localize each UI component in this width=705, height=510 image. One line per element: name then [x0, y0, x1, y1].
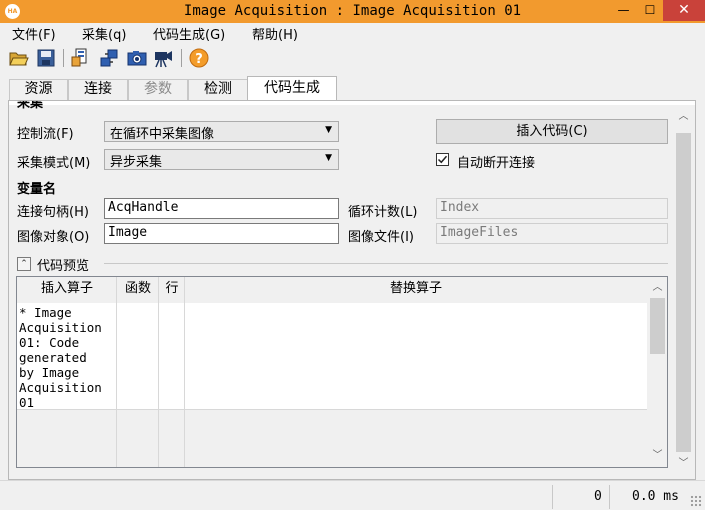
- acquisition-section-title: 采集: [17, 101, 44, 111]
- auto-disconnect-label: 自动断开连接: [457, 156, 536, 171]
- image-object-label: 图像对象(O): [17, 230, 90, 245]
- loop-counter-label: 循环计数(L): [348, 205, 418, 220]
- image-files-label: 图像文件(I): [348, 230, 414, 245]
- title-bar: HA Image Acquisition : Image Acquisition…: [0, 0, 705, 23]
- device-properties-icon[interactable]: [70, 48, 90, 68]
- toolbar-separator: [63, 49, 64, 67]
- scroll-down-icon[interactable]: ﹀: [649, 447, 666, 464]
- status-time: 0.0 ms: [632, 489, 679, 504]
- acquisition-mode-value: 异步采集: [110, 155, 163, 170]
- column-function: [117, 277, 159, 467]
- tab-strip: 资源 连接 参数 检测 代码生成: [0, 76, 705, 100]
- column-replace: [185, 277, 647, 467]
- maximize-button[interactable]: ☐: [637, 0, 663, 21]
- dropdown-arrow-icon: ▼: [325, 153, 332, 163]
- scroll-up-icon[interactable]: ︿: [649, 279, 666, 296]
- handle-label: 连接句柄(H): [17, 205, 89, 220]
- checkmark-icon: [437, 155, 448, 164]
- status-count: 0: [594, 489, 602, 504]
- collapse-chevron-icon[interactable]: ⌃: [17, 257, 31, 271]
- dropdown-arrow-icon: ▼: [325, 125, 332, 135]
- cell-insert: * Image Acquisition 01: Code generated b…: [19, 305, 102, 410]
- variables-section-title: 变量名: [17, 182, 57, 197]
- status-divider: [552, 485, 553, 509]
- close-button[interactable]: ✕: [663, 0, 705, 21]
- tab-connection[interactable]: 连接: [68, 79, 128, 100]
- scroll-down-icon[interactable]: ﹀: [675, 455, 692, 472]
- scroll-up-icon[interactable]: ︿: [675, 108, 692, 125]
- open-folder-icon[interactable]: [9, 48, 29, 68]
- handle-field[interactable]: AcqHandle: [104, 198, 339, 219]
- acquisition-mode-label: 采集模式(M): [17, 156, 91, 171]
- column-header-function[interactable]: 函数: [117, 277, 159, 303]
- scroll-thumb[interactable]: [676, 133, 691, 452]
- auto-disconnect-checkbox[interactable]: [436, 153, 449, 166]
- menu-help[interactable]: 帮助(H): [252, 24, 298, 43]
- scroll-thumb[interactable]: [650, 298, 665, 354]
- column-header-replace[interactable]: 替换算子: [185, 277, 647, 303]
- resize-grip-icon[interactable]: [690, 495, 702, 507]
- control-flow-value: 在循环中采集图像: [110, 127, 215, 142]
- minimize-button[interactable]: —: [610, 0, 637, 21]
- panel-scrollbar[interactable]: ︿ ﹀: [675, 105, 692, 476]
- column-header-line[interactable]: 行: [159, 277, 185, 303]
- code-preview-title: 代码预览: [37, 259, 90, 274]
- column-line: [159, 277, 185, 467]
- code-preview-table: 插入算子 函数 行 替换算子 * Image Acquisition 01: C…: [16, 276, 668, 468]
- toolbar-separator: [181, 49, 182, 67]
- menu-acquire[interactable]: 采集(q): [82, 24, 126, 43]
- status-bar: 0 0.0 ms: [0, 480, 705, 510]
- help-icon[interactable]: ?: [189, 48, 209, 68]
- image-object-field[interactable]: Image: [104, 223, 339, 244]
- tab-detect[interactable]: 检测: [188, 79, 248, 100]
- toolbar: ?: [0, 44, 705, 72]
- preview-divider: [104, 263, 668, 264]
- tab-parameters: 参数: [128, 79, 188, 100]
- menu-bar: 文件(F) 采集(q) 代码生成(G) 帮助(H): [0, 23, 705, 43]
- control-flow-label: 控制流(F): [17, 127, 74, 142]
- window-title: Image Acquisition : Image Acquisition 01: [183, 3, 522, 19]
- snap-camera-icon[interactable]: [127, 48, 147, 68]
- preview-scrollbar[interactable]: ︿ ﹀: [649, 277, 666, 467]
- tab-code-generation[interactable]: 代码生成: [247, 76, 337, 100]
- insert-code-button[interactable]: 插入代码(C): [436, 119, 668, 144]
- save-disk-icon[interactable]: [36, 48, 56, 68]
- live-camera-icon[interactable]: [154, 48, 174, 68]
- loop-counter-field: Index: [436, 198, 668, 219]
- column-header-insert[interactable]: 插入算子: [17, 277, 117, 303]
- panel-top-strip: [9, 101, 695, 105]
- connect-device-icon[interactable]: [99, 48, 119, 68]
- svg-text:?: ?: [195, 52, 203, 67]
- control-flow-select[interactable]: 在循环中采集图像 ▼: [104, 121, 339, 142]
- tab-resources[interactable]: 资源: [9, 79, 68, 100]
- menu-code-generation[interactable]: 代码生成(G): [153, 24, 225, 43]
- image-files-field: ImageFiles: [436, 223, 668, 244]
- menu-file[interactable]: 文件(F): [12, 24, 56, 43]
- status-divider: [609, 485, 610, 509]
- acquisition-mode-select[interactable]: 异步采集 ▼: [104, 149, 339, 170]
